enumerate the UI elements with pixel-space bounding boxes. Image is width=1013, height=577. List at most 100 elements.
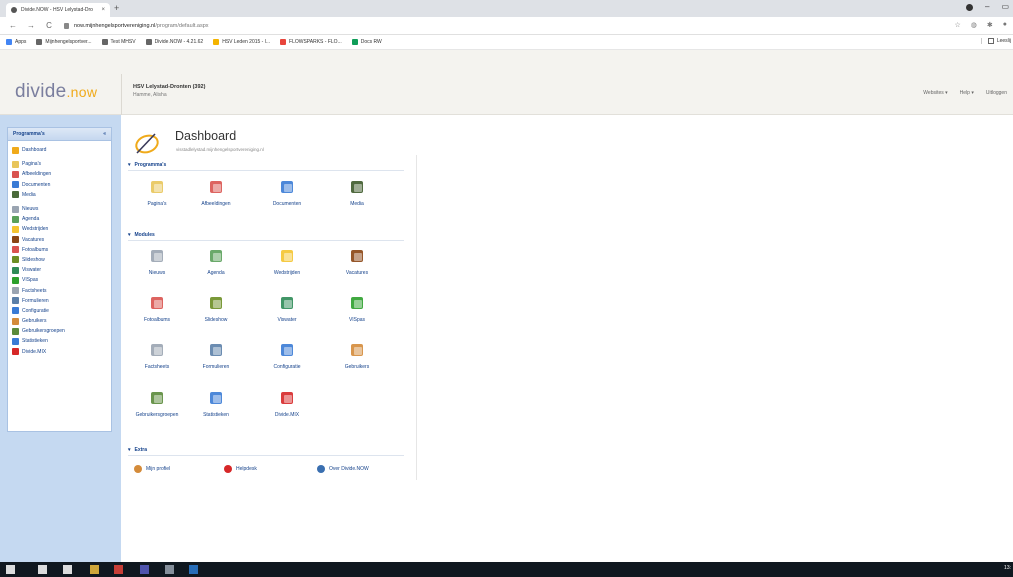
- bookmark-mijnhengelsportver[interactable]: Mijnhengelsportver...: [36, 39, 92, 45]
- search-icon[interactable]: [38, 565, 47, 574]
- gebruikers-icon: [12, 317, 19, 325]
- extension-icon[interactable]: ◍: [971, 21, 977, 29]
- link-over-divide-now[interactable]: Over Divide.NOW: [317, 465, 369, 473]
- section-label: Programma's: [134, 162, 167, 168]
- tile-slideshow[interactable]: Slideshow: [188, 296, 244, 323]
- bookmark-hsv-leden-2015-l[interactable]: HSV Leden 2015 - l...: [213, 39, 270, 45]
- tile-gebruikersgroepen[interactable]: Gebruikersgroepen: [129, 391, 185, 418]
- sidebar-item-pagina-s[interactable]: Pagina's: [8, 159, 111, 169]
- sidebar-item-factsheets[interactable]: Factsheets: [8, 285, 111, 295]
- sidebar-item-label: Vacatures: [22, 236, 45, 243]
- tile-label: Formulieren: [202, 364, 230, 370]
- bookmark-divide-now-4-21-62[interactable]: Divide.NOW - 4.21.62: [145, 39, 203, 45]
- sidebar-item-statistieken[interactable]: Statistieken: [8, 336, 111, 346]
- back-icon[interactable]: ←: [8, 21, 18, 30]
- tab-close-icon[interactable]: ×: [101, 7, 105, 13]
- app-icon[interactable]: [165, 565, 174, 574]
- tile-label: Gebruikers: [344, 364, 370, 370]
- link-mijn-profiel[interactable]: Mijn profiel: [134, 465, 170, 473]
- tile-label: VISpas: [348, 317, 366, 323]
- sidebar-item-vacatures[interactable]: Vacatures: [8, 235, 111, 245]
- sidebar-item-gebruikersgroepen[interactable]: Gebruikersgroepen: [8, 326, 111, 336]
- tile-vacatures[interactable]: Vacatures: [329, 249, 385, 276]
- star-icon[interactable]: ☆: [955, 21, 961, 29]
- sidebar-item-documenten[interactable]: Documenten: [8, 180, 111, 190]
- reading-list-button[interactable]: Leeslij: [980, 38, 1011, 44]
- windows-start-icon[interactable]: [6, 565, 15, 574]
- tile-divide-mix[interactable]: Divide.MIX: [259, 391, 315, 418]
- account-icon[interactable]: ●: [1003, 21, 1007, 29]
- tile-configuratie[interactable]: Configuratie: [259, 343, 315, 370]
- bookmark-test-mhsv[interactable]: Test MHSV: [101, 39, 136, 45]
- maximize-icon[interactable]: ▭: [1001, 2, 1009, 11]
- sidebar-item-nieuws[interactable]: Nieuws: [8, 204, 111, 214]
- sidebar-item-wedstrijden[interactable]: Wedstrijden: [8, 224, 111, 234]
- tile-formulieren[interactable]: Formulieren: [188, 343, 244, 370]
- sidebar-item-fotoalbums[interactable]: Fotoalbums: [8, 245, 111, 255]
- teams-icon[interactable]: [140, 565, 149, 574]
- sidebar-item-gebruikers[interactable]: Gebruikers: [8, 316, 111, 326]
- tile-viswater[interactable]: Viswater: [259, 296, 315, 323]
- sidebar-item-slideshow[interactable]: Slideshow: [8, 255, 111, 265]
- sidebar-item-label: Media: [22, 191, 36, 198]
- section-extra[interactable]: ▾ Extra: [128, 447, 147, 453]
- minimize-icon[interactable]: –: [985, 2, 989, 11]
- wedstrijden-icon: [12, 225, 19, 233]
- puzzle-icon[interactable]: ✱: [987, 21, 993, 29]
- tile-afbeeldingen[interactable]: Afbeeldingen: [188, 180, 244, 207]
- browser-tab[interactable]: Divide.NOW - HSV Lelystad-Dro ×: [6, 3, 110, 17]
- bookmark-apps[interactable]: Apps: [6, 39, 26, 45]
- tile-nieuws[interactable]: Nieuws: [129, 249, 185, 276]
- profile-icon[interactable]: [965, 4, 973, 11]
- url-host: now.mijnhengelsportvereniging.nl: [74, 22, 156, 29]
- link-helpdesk[interactable]: Helpdesk: [224, 465, 257, 473]
- tile-factsheets[interactable]: Factsheets: [129, 343, 185, 370]
- tile-media[interactable]: Media: [329, 180, 385, 207]
- forward-icon[interactable]: →: [26, 21, 36, 30]
- tile-documenten[interactable]: Documenten: [259, 180, 315, 207]
- tile-vispas[interactable]: VISpas: [329, 296, 385, 323]
- page-subtitle[interactable]: visstadlelystad.mijnhengelsportverenigin…: [176, 147, 264, 152]
- tile-statistieken[interactable]: Statistieken: [188, 391, 244, 418]
- new-tab-button[interactable]: +: [114, 3, 119, 13]
- task-view-icon[interactable]: [63, 565, 72, 574]
- word-icon[interactable]: [189, 565, 198, 574]
- viswater-icon: [12, 266, 19, 274]
- tile-label: Media: [350, 201, 364, 207]
- sidebar-item-media[interactable]: Media: [8, 190, 111, 200]
- collapse-panel-icon[interactable]: «: [103, 131, 106, 137]
- sidebar-item-configuratie[interactable]: Configuratie: [8, 306, 111, 316]
- tile-label: Gebruikersgroepen: [135, 412, 179, 418]
- bookmark-flowsparks-flo[interactable]: FLOWSPARKS - FLO...: [280, 39, 342, 45]
- logout-link[interactable]: Uitloggen: [986, 90, 1007, 96]
- bookmark-icon: [101, 39, 108, 45]
- tile-wedstrijden[interactable]: Wedstrijden: [259, 249, 315, 276]
- sidebar-item-formulieren[interactable]: Formulieren: [8, 296, 111, 306]
- chrome-icon[interactable]: [114, 565, 123, 574]
- sidebar-item-vispas[interactable]: VISpas: [8, 275, 111, 285]
- file-explorer-icon[interactable]: [90, 565, 99, 574]
- tile-agenda[interactable]: Agenda: [188, 249, 244, 276]
- bookmark-icon: [6, 39, 12, 45]
- tile-label: Nieuws: [148, 270, 166, 276]
- bookmark-docs-rw[interactable]: Docs RW: [351, 39, 382, 45]
- reload-icon[interactable]: C: [44, 21, 54, 30]
- sidebar-item-viswater[interactable]: Viswater: [8, 265, 111, 275]
- tile-label: Fotoalbums: [143, 317, 171, 323]
- tile-pagina-s[interactable]: Pagina's: [129, 180, 185, 207]
- websites-menu[interactable]: Websites ▾: [923, 90, 947, 96]
- section-modules[interactable]: ▾ Modules: [128, 232, 155, 238]
- sidebar-item-divide-mix[interactable]: Divide.MIX: [8, 347, 111, 357]
- sidebar-item-dashboard[interactable]: Dashboard: [8, 145, 111, 155]
- sidebar-item-agenda[interactable]: Agenda: [8, 214, 111, 224]
- sidebar-item-label: Gebruikers: [22, 318, 47, 325]
- tile-fotoalbums[interactable]: Fotoalbums: [129, 296, 185, 323]
- section-programmas[interactable]: ▾ Programma's: [128, 162, 166, 168]
- help-menu[interactable]: Help ▾: [960, 90, 974, 96]
- sidebar-item-afbeeldingen[interactable]: Afbeeldingen: [8, 169, 111, 179]
- divide-now-logo[interactable]: divide.now: [15, 81, 97, 103]
- tile-gebruikers[interactable]: Gebruikers: [329, 343, 385, 370]
- windows-taskbar: 13:: [0, 562, 1013, 577]
- url-field[interactable]: now.mijnhengelsportvereniging.nl /progra…: [64, 22, 209, 29]
- app-header: divide.now HSV Lelystad-Dronten (392) Ha…: [0, 50, 1013, 115]
